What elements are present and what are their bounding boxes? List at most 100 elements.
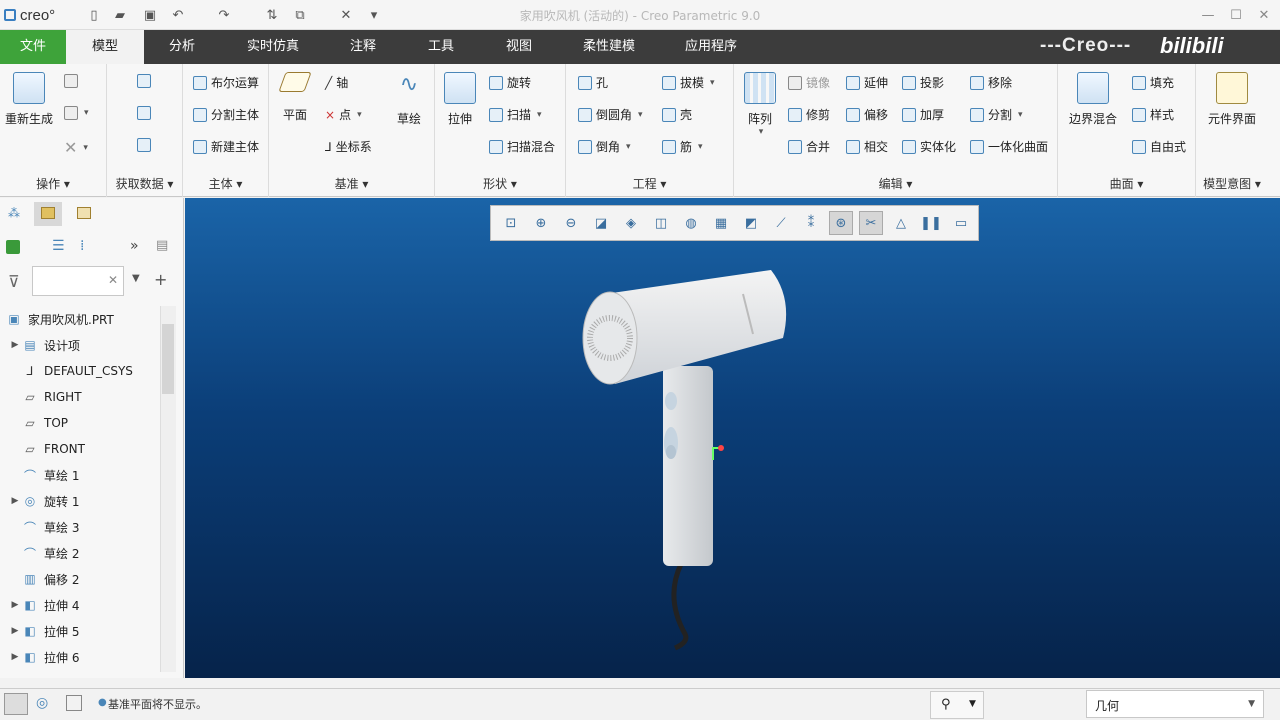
tab-model[interactable]: 模型	[66, 30, 144, 64]
thicken-button[interactable]: 加厚	[902, 106, 944, 123]
sweep-button[interactable]: 扫描 ▾	[489, 106, 542, 123]
tree-item[interactable]: ▶ ◎ 旋转 1	[0, 488, 160, 514]
graphics-viewport[interactable]	[185, 198, 1280, 678]
split-button[interactable]: 分割 ▾	[970, 106, 1023, 123]
point-button[interactable]: × 点 ▾	[325, 106, 362, 123]
boundary-blend-button[interactable]: 边界混合	[1064, 72, 1122, 127]
user-defined-feature-button[interactable]	[137, 74, 151, 88]
view-manager-icon[interactable]: ◍	[679, 211, 703, 235]
tab-annotate[interactable]: 注释	[332, 30, 394, 64]
tree-settings-icon[interactable]: ⁞	[80, 238, 84, 254]
expand-arrow-icon[interactable]: ▶	[8, 626, 22, 636]
filter-icon[interactable]: ⊽	[8, 272, 20, 291]
zoom-in-icon[interactable]: ⊕	[529, 211, 553, 235]
tab-live-simulation[interactable]: 实时仿真	[232, 30, 314, 64]
tree-item[interactable]: ⌒ 草绘 1	[0, 462, 160, 488]
tree-item[interactable]: ▥ 偏移 2	[0, 566, 160, 592]
group-label-datum[interactable]: 基准 ▾	[269, 175, 434, 192]
component-interface-button[interactable]: 元件界面	[1202, 72, 1262, 127]
rib-button[interactable]: 筋 ▾	[662, 138, 703, 155]
datum-plane-button[interactable]: 平面	[275, 72, 315, 123]
chamfer-button[interactable]: 倒角 ▾	[578, 138, 631, 155]
datum-display-icon[interactable]: ⟋	[769, 211, 793, 235]
offset-button[interactable]: 偏移	[846, 106, 888, 123]
delete-button[interactable]: ✕ ▾	[64, 138, 88, 157]
paste-button[interactable]: ▾	[64, 106, 89, 120]
freestyle-button[interactable]: 自由式	[1132, 138, 1186, 155]
group-label-engineering[interactable]: 工程 ▾	[566, 175, 733, 192]
split-body-button[interactable]: 分割主体	[193, 106, 259, 123]
zoom-out-icon[interactable]: ⊖	[559, 211, 583, 235]
tree-item[interactable]: ▶ ◧ 拉伸 6	[0, 644, 160, 670]
merge-button[interactable]: 合并	[788, 138, 830, 155]
pattern-button[interactable]: 阵列 ▾	[742, 72, 778, 137]
group-label-body[interactable]: 主体 ▾	[183, 175, 268, 192]
trim-button[interactable]: 修剪	[788, 106, 830, 123]
group-label-operations[interactable]: 操作 ▾	[0, 175, 106, 192]
expand-arrow-icon[interactable]: ▶	[8, 496, 22, 506]
intersect-button[interactable]: 相交	[846, 138, 888, 155]
group-label-get-data[interactable]: 获取数据 ▾	[107, 175, 182, 192]
tree-item[interactable]: ▶ ◧ 拉伸 5	[0, 618, 160, 644]
csys-button[interactable]: ⅃ 坐标系	[325, 138, 372, 155]
draft-button[interactable]: 拔模 ▾	[662, 74, 715, 91]
display-style-icon[interactable]: ◈	[619, 211, 643, 235]
expand-panel-icon[interactable]: »	[130, 238, 139, 254]
repaint-icon[interactable]: ◪	[589, 211, 613, 235]
refit-icon[interactable]: ⊡	[499, 211, 523, 235]
expand-arrow-icon[interactable]: ▶	[8, 600, 22, 610]
maximize-icon[interactable]: ☐	[1224, 5, 1248, 25]
tree-item[interactable]: ▱ RIGHT	[0, 384, 160, 410]
datum-filter-icon[interactable]: ⁑	[799, 211, 823, 235]
perspective-view-icon[interactable]: ▦	[709, 211, 733, 235]
appearance-icon[interactable]: △	[889, 211, 913, 235]
shell-button[interactable]: 壳	[662, 106, 692, 123]
mirror-button[interactable]: 镜像	[788, 74, 830, 91]
tab-applications[interactable]: 应用程序	[670, 30, 752, 64]
hair-dryer-model[interactable]	[185, 198, 1280, 678]
search-dropdown-icon[interactable]: ▼	[132, 273, 140, 284]
group-label-shape[interactable]: 形状 ▾	[435, 175, 565, 192]
axis-button[interactable]: ╱ 轴	[325, 74, 348, 91]
tree-scrollbar-thumb[interactable]	[162, 324, 174, 394]
revolve-button[interactable]: 旋转	[489, 74, 531, 91]
copy-geometry-button[interactable]	[137, 106, 151, 120]
browser-toggle-icon[interactable]: ◎	[36, 695, 48, 711]
find-button[interactable]: ⚲ ▼	[930, 691, 984, 719]
show-navigator-icon[interactable]	[4, 693, 28, 715]
sweep-blend-button[interactable]: 扫描混合	[489, 138, 555, 155]
tree-item[interactable]: ⌒ 草绘 3	[0, 514, 160, 540]
model-tree-icon[interactable]	[6, 240, 20, 254]
add-filter-icon[interactable]: +	[154, 270, 167, 289]
section-icon[interactable]: ◩	[739, 211, 763, 235]
folder-browser-tab[interactable]	[34, 202, 62, 226]
tree-item[interactable]: ▱ TOP	[0, 410, 160, 436]
tree-item[interactable]: ▶ ▤ 设计项	[0, 332, 160, 358]
annotation-display-icon[interactable]: ✂	[859, 211, 883, 235]
regenerate-button[interactable]: 重新生成	[4, 72, 54, 127]
tab-analysis[interactable]: 分析	[150, 30, 214, 64]
model-tree-tab-icon[interactable]: ⁂	[8, 206, 20, 220]
tab-tools[interactable]: 工具	[410, 30, 472, 64]
clear-search-icon[interactable]: ✕	[108, 273, 118, 287]
style-button[interactable]: 样式	[1132, 106, 1174, 123]
tree-item[interactable]: ▶ ◧ 拉伸 4	[0, 592, 160, 618]
tree-list-icon[interactable]: ☰	[52, 238, 65, 254]
tree-root[interactable]: ▣ 家用吹风机.PRT	[0, 306, 160, 332]
tree-options-icon[interactable]: ▤	[156, 238, 168, 253]
spin-center-icon[interactable]: ⊛	[829, 211, 853, 235]
fill-button[interactable]: 填充	[1132, 74, 1174, 91]
new-body-button[interactable]: 新建主体	[193, 138, 259, 155]
pause-icon[interactable]: ❚❚	[919, 211, 943, 235]
saved-orientations-icon[interactable]: ◫	[649, 211, 673, 235]
round-button[interactable]: 倒圆角 ▾	[578, 106, 643, 123]
hole-button[interactable]: 孔	[578, 74, 608, 91]
tree-item[interactable]: ▱ FRONT	[0, 436, 160, 462]
selection-filter-select[interactable]: 几何 ▼	[1086, 690, 1264, 718]
fullscreen-icon[interactable]	[66, 695, 82, 711]
tree-item[interactable]: ⅃ DEFAULT_CSYS	[0, 358, 160, 384]
view-settings-icon[interactable]: ▭	[949, 211, 973, 235]
boolean-button[interactable]: 布尔运算	[193, 74, 259, 91]
shrinkwrap-button[interactable]	[137, 138, 151, 152]
project-button[interactable]: 投影	[902, 74, 944, 91]
